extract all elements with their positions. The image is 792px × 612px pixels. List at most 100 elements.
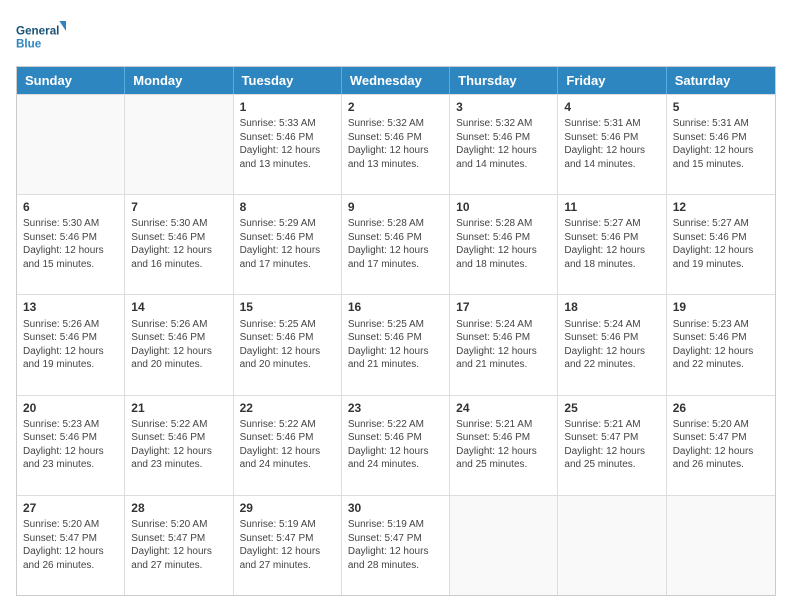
calendar-cell-3-5: 25 Sunrise: 5:21 AM Sunset: 5:47 PM Dayli… <box>558 396 666 495</box>
day-number: 17 <box>456 299 551 315</box>
calendar-cell-3-6: 26 Sunrise: 5:20 AM Sunset: 5:47 PM Dayli… <box>667 396 775 495</box>
day-number: 25 <box>564 400 659 416</box>
day-info: Sunrise: 5:21 AM Sunset: 5:47 PM Dayligh… <box>564 418 659 472</box>
day-info: Sunrise: 5:31 AM Sunset: 5:46 PM Dayligh… <box>673 117 769 171</box>
calendar-cell-1-1: 7 Sunrise: 5:30 AM Sunset: 5:46 PM Daylig… <box>125 195 233 294</box>
day-number: 30 <box>348 500 443 516</box>
calendar-cell-0-6: 5 Sunrise: 5:31 AM Sunset: 5:46 PM Daylig… <box>667 95 775 194</box>
weekday-header-tuesday: Tuesday <box>234 67 342 94</box>
calendar-cell-3-4: 24 Sunrise: 5:21 AM Sunset: 5:46 PM Dayli… <box>450 396 558 495</box>
day-info: Sunrise: 5:19 AM Sunset: 5:47 PM Dayligh… <box>348 518 443 572</box>
day-number: 2 <box>348 99 443 115</box>
calendar-cell-4-3: 30 Sunrise: 5:19 AM Sunset: 5:47 PM Dayli… <box>342 496 450 595</box>
day-info: Sunrise: 5:21 AM Sunset: 5:46 PM Dayligh… <box>456 418 551 472</box>
day-info: Sunrise: 5:22 AM Sunset: 5:46 PM Dayligh… <box>240 418 335 472</box>
svg-text:Blue: Blue <box>16 38 42 51</box>
calendar-cell-2-0: 13Sunrise: 5:26 AM Sunset: 5:46 PM Dayli… <box>17 295 125 394</box>
calendar-cell-0-1 <box>125 95 233 194</box>
calendar-cell-2-6: 19 Sunrise: 5:23 AM Sunset: 5:46 PM Dayli… <box>667 295 775 394</box>
day-info: Sunrise: 5:30 AM Sunset: 5:46 PM Dayligh… <box>131 217 226 271</box>
day-info: Sunrise: 5:20 AM Sunset: 5:47 PM Dayligh… <box>673 418 769 472</box>
day-number: 16 <box>348 299 443 315</box>
calendar-cell-2-5: 18 Sunrise: 5:24 AM Sunset: 5:46 PM Dayli… <box>558 295 666 394</box>
day-info: Sunrise: 5:29 AM Sunset: 5:46 PM Dayligh… <box>240 217 335 271</box>
calendar-row-3: 20 Sunrise: 5:23 AM Sunset: 5:46 PM Dayli… <box>17 395 775 495</box>
calendar-cell-4-2: 29 Sunrise: 5:19 AM Sunset: 5:47 PM Dayli… <box>234 496 342 595</box>
day-number: 22 <box>240 400 335 416</box>
calendar-cell-1-0: 6Sunrise: 5:30 AM Sunset: 5:46 PM Daylig… <box>17 195 125 294</box>
calendar-cell-4-5 <box>558 496 666 595</box>
day-info: Sunrise: 5:23 AM Sunset: 5:46 PM Dayligh… <box>23 418 118 472</box>
calendar-cell-4-4 <box>450 496 558 595</box>
calendar-row-2: 13 Sunrise: 5:26 AM Sunset: 5:46 PM Dayli… <box>17 294 775 394</box>
calendar-cell-3-0: 20 Sunrise: 5:23 AM Sunset: 5:46 PM Dayli… <box>17 396 125 495</box>
day-info: Sunrise: 5:27 AM Sunset: 5:46 PM Dayligh… <box>564 217 659 271</box>
day-info: Sunrise: 5:22 AM Sunset: 5:46 PM Dayligh… <box>131 418 226 472</box>
day-info: Sunrise: 5:24 AM Sunset: 5:46 PM Dayligh… <box>564 318 659 372</box>
day-number: 19 <box>673 299 769 315</box>
day-info: Sunrise: 5:32 AM Sunset: 5:46 PM Dayligh… <box>456 117 551 171</box>
calendar-row-0: 1 Sunrise: 5:33 AM Sunset: 5:46 PM Daylig… <box>17 94 775 194</box>
day-info: Sunrise: 5:20 AM Sunset: 5:47 PM Dayligh… <box>131 518 226 572</box>
day-number: 1 <box>240 99 335 115</box>
calendar-cell-2-3: 16 Sunrise: 5:25 AM Sunset: 5:46 PM Dayli… <box>342 295 450 394</box>
calendar-cell-2-1: 14 Sunrise: 5:26 AM Sunset: 5:46 PM Dayli… <box>125 295 233 394</box>
day-number: 10 <box>456 199 551 215</box>
weekday-header-saturday: Saturday <box>667 67 775 94</box>
day-number: 13 <box>23 299 118 315</box>
calendar-row-4: 27 Sunrise: 5:20 AM Sunset: 5:47 PM Dayli… <box>17 495 775 595</box>
day-info: Sunrise: 5:27 AM Sunset: 5:46 PM Dayligh… <box>673 217 769 271</box>
calendar-cell-2-4: 17 Sunrise: 5:24 AM Sunset: 5:46 PM Dayli… <box>450 295 558 394</box>
day-info: Sunrise: 5:22 AM Sunset: 5:46 PM Dayligh… <box>348 418 443 472</box>
calendar-cell-0-2: 1 Sunrise: 5:33 AM Sunset: 5:46 PM Daylig… <box>234 95 342 194</box>
day-info: Sunrise: 5:33 AM Sunset: 5:46 PM Dayligh… <box>240 117 335 171</box>
day-number: 14 <box>131 299 226 315</box>
day-number: 15 <box>240 299 335 315</box>
calendar-cell-1-6: 12 Sunrise: 5:27 AM Sunset: 5:46 PM Dayli… <box>667 195 775 294</box>
weekday-header-wednesday: Wednesday <box>342 67 450 94</box>
day-info: Sunrise: 5:26 AM Sunset: 5:46 PM Dayligh… <box>131 318 226 372</box>
day-number: 20 <box>23 400 118 416</box>
day-info: Sunrise: 5:25 AM Sunset: 5:46 PM Dayligh… <box>240 318 335 372</box>
day-number: 5 <box>673 99 769 115</box>
calendar: SundayMondayTuesdayWednesdayThursdayFrid… <box>16 66 776 596</box>
day-info: Sunrise: 5:28 AM Sunset: 5:46 PM Dayligh… <box>456 217 551 271</box>
calendar-cell-0-5: 4Sunrise: 5:31 AM Sunset: 5:46 PM Daylig… <box>558 95 666 194</box>
day-number: 27 <box>23 500 118 516</box>
day-number: 12 <box>673 199 769 215</box>
weekday-header-friday: Friday <box>558 67 666 94</box>
calendar-cell-1-2: 8 Sunrise: 5:29 AM Sunset: 5:46 PM Daylig… <box>234 195 342 294</box>
day-number: 21 <box>131 400 226 416</box>
weekday-header-sunday: Sunday <box>17 67 125 94</box>
logo: General Blue <box>16 16 66 56</box>
calendar-cell-0-4: 3 Sunrise: 5:32 AM Sunset: 5:46 PM Daylig… <box>450 95 558 194</box>
calendar-cell-3-1: 21 Sunrise: 5:22 AM Sunset: 5:46 PM Dayli… <box>125 396 233 495</box>
day-info: Sunrise: 5:30 AM Sunset: 5:46 PM Dayligh… <box>23 217 118 271</box>
calendar-cell-4-6 <box>667 496 775 595</box>
day-info: Sunrise: 5:28 AM Sunset: 5:46 PM Dayligh… <box>348 217 443 271</box>
day-info: Sunrise: 5:23 AM Sunset: 5:46 PM Dayligh… <box>673 318 769 372</box>
calendar-cell-3-2: 22 Sunrise: 5:22 AM Sunset: 5:46 PM Dayli… <box>234 396 342 495</box>
calendar-cell-3-3: 23Sunrise: 5:22 AM Sunset: 5:46 PM Dayli… <box>342 396 450 495</box>
calendar-body: 1 Sunrise: 5:33 AM Sunset: 5:46 PM Daylig… <box>17 94 775 595</box>
day-number: 3 <box>456 99 551 115</box>
day-number: 24 <box>456 400 551 416</box>
day-info: Sunrise: 5:24 AM Sunset: 5:46 PM Dayligh… <box>456 318 551 372</box>
calendar-cell-1-4: 10 Sunrise: 5:28 AM Sunset: 5:46 PM Dayli… <box>450 195 558 294</box>
calendar-cell-1-3: 9 Sunrise: 5:28 AM Sunset: 5:46 PM Daylig… <box>342 195 450 294</box>
day-number: 8 <box>240 199 335 215</box>
day-number: 11 <box>564 199 659 215</box>
calendar-cell-2-2: 15 Sunrise: 5:25 AM Sunset: 5:46 PM Dayli… <box>234 295 342 394</box>
weekday-header-thursday: Thursday <box>450 67 558 94</box>
day-number: 18 <box>564 299 659 315</box>
day-number: 28 <box>131 500 226 516</box>
day-info: Sunrise: 5:20 AM Sunset: 5:47 PM Dayligh… <box>23 518 118 572</box>
calendar-cell-0-0 <box>17 95 125 194</box>
day-number: 9 <box>348 199 443 215</box>
day-info: Sunrise: 5:25 AM Sunset: 5:46 PM Dayligh… <box>348 318 443 372</box>
day-info: Sunrise: 5:19 AM Sunset: 5:47 PM Dayligh… <box>240 518 335 572</box>
day-number: 29 <box>240 500 335 516</box>
calendar-cell-1-5: 11 Sunrise: 5:27 AM Sunset: 5:46 PM Dayli… <box>558 195 666 294</box>
day-number: 7 <box>131 199 226 215</box>
day-number: 26 <box>673 400 769 416</box>
